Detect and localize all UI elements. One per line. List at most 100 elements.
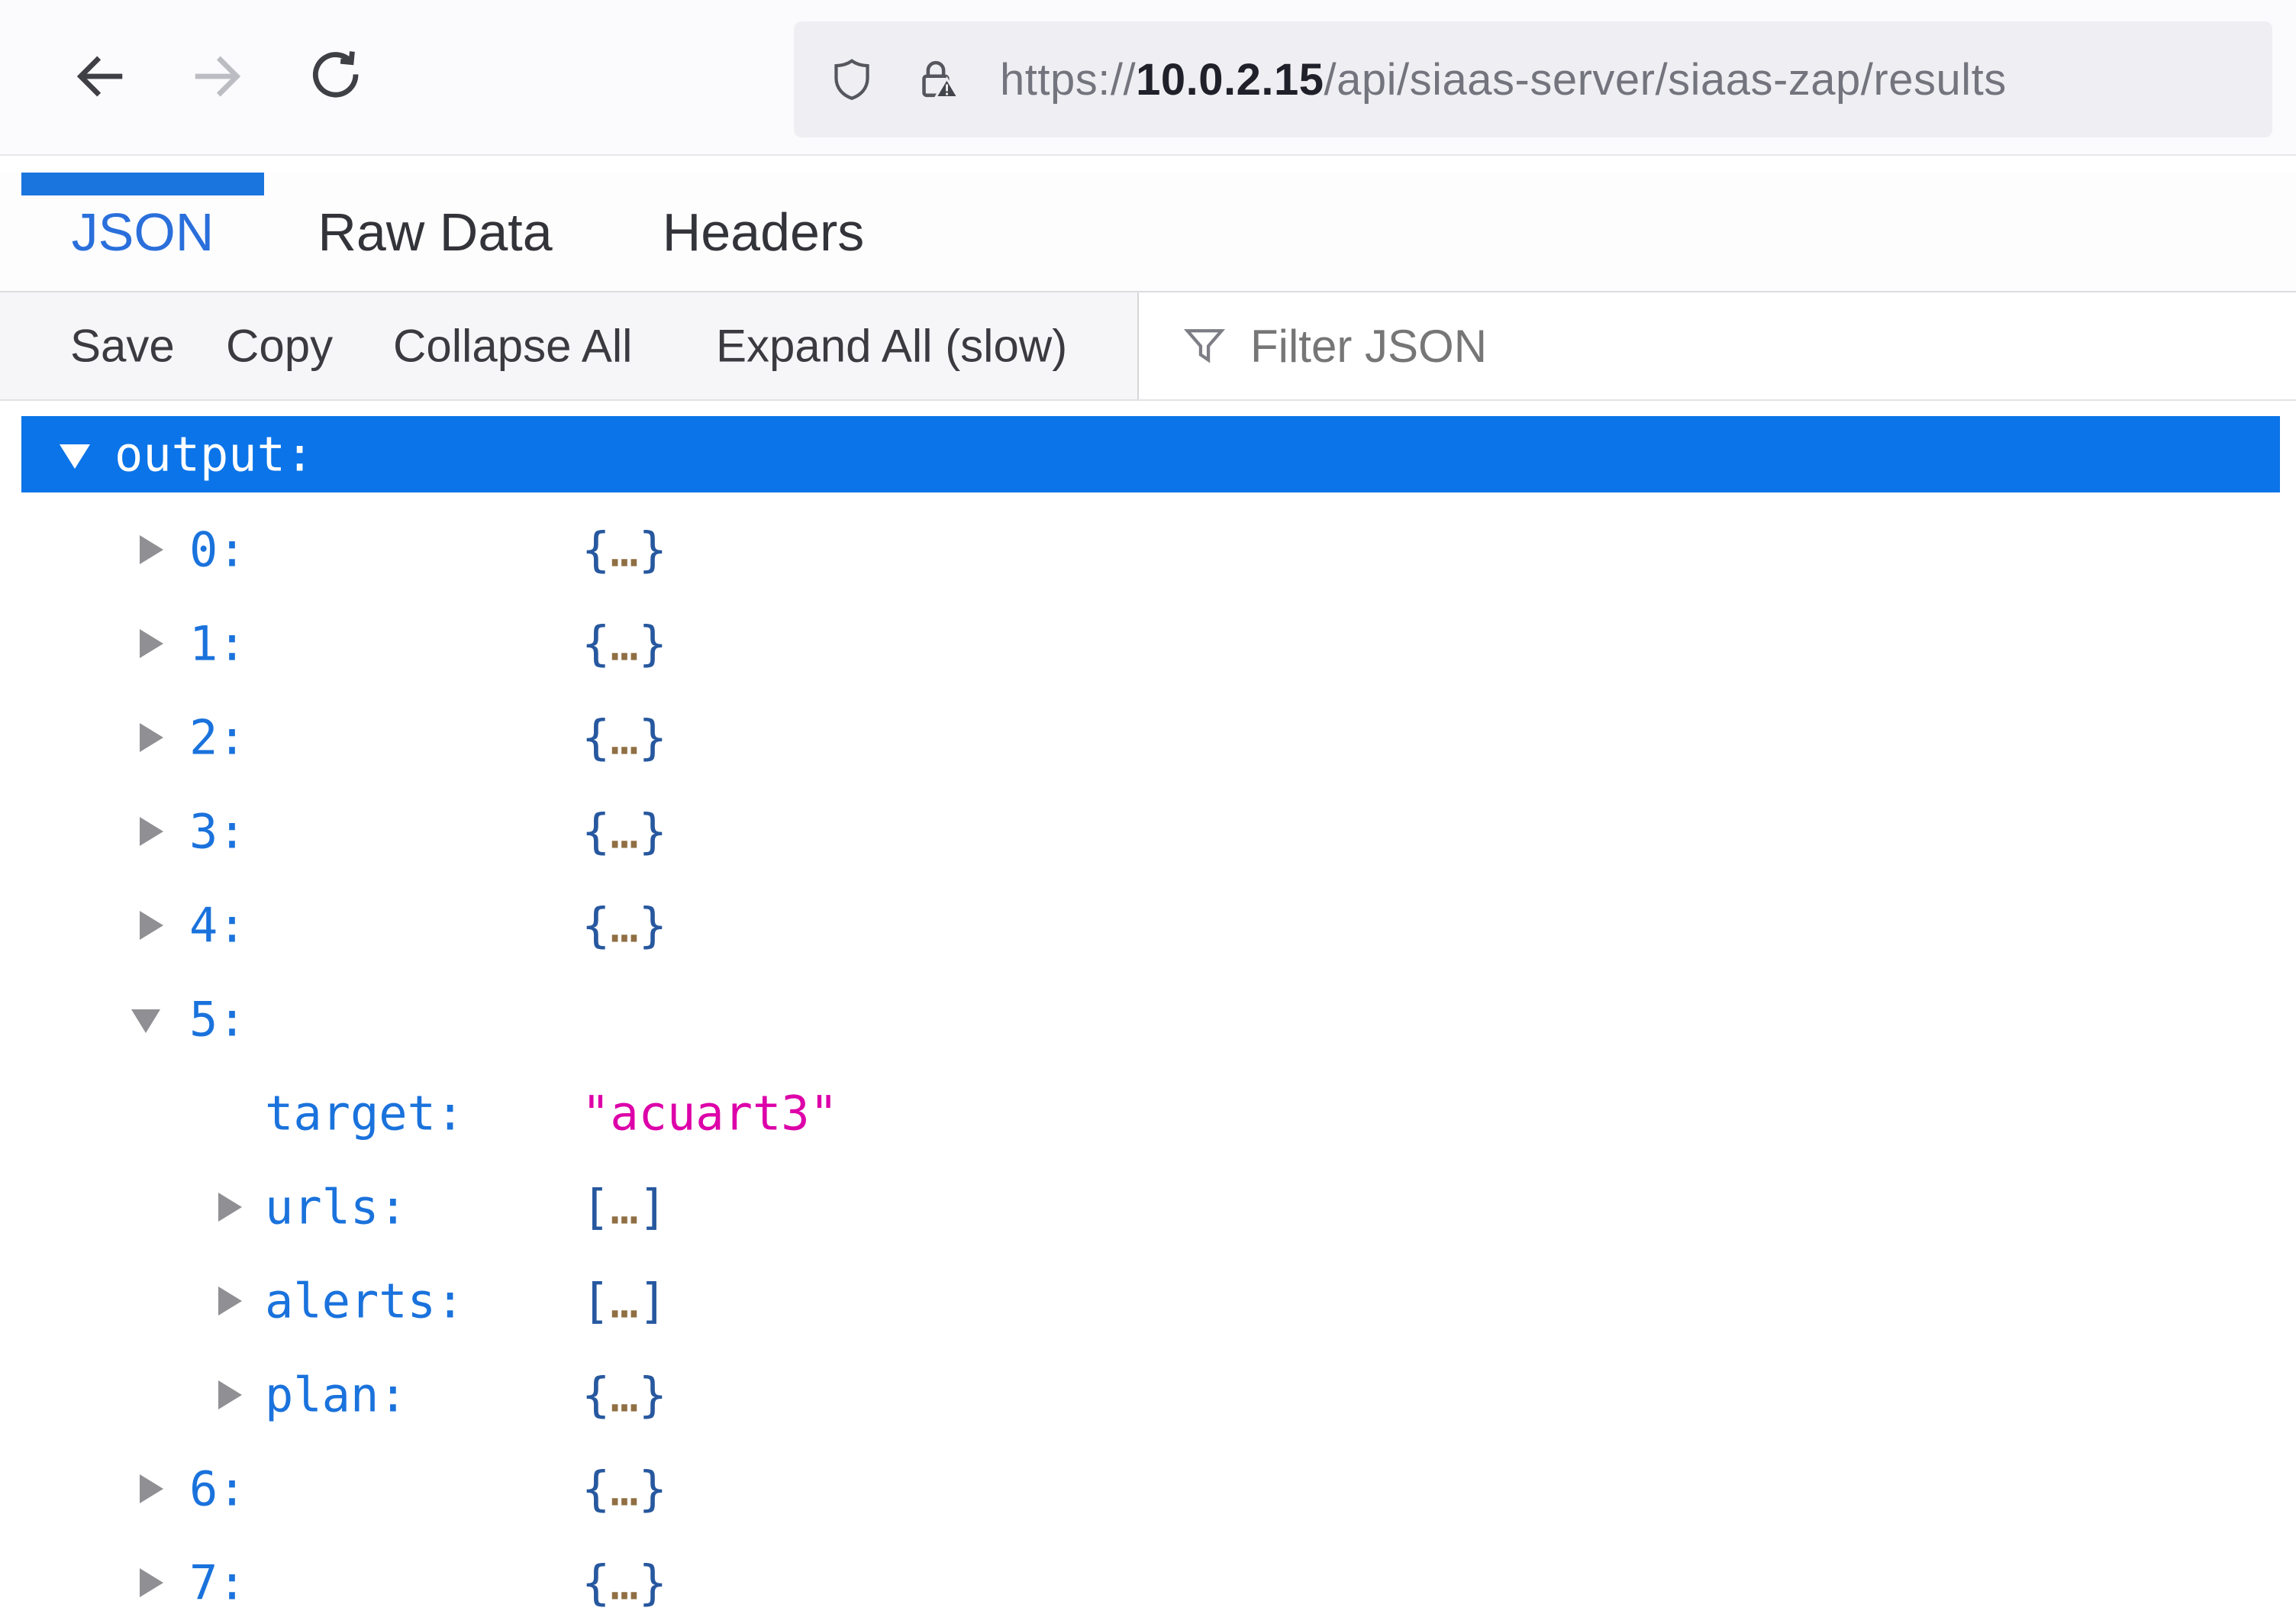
preview-ellipsis: … bbox=[610, 615, 639, 671]
preview-brace: { bbox=[582, 1461, 611, 1516]
collapsed-preview: {…} bbox=[582, 803, 667, 859]
json-key: output: bbox=[114, 426, 314, 483]
back-arrow-icon bbox=[70, 47, 130, 108]
collapsed-preview: {…} bbox=[582, 521, 667, 577]
preview-brace: ] bbox=[638, 1273, 667, 1329]
preview-brace: { bbox=[582, 803, 611, 859]
tree-row[interactable]: 4: {…} bbox=[0, 878, 2296, 972]
forward-button[interactable] bbox=[188, 47, 247, 107]
url-path: /api/siaas-server/siaas-zap/results bbox=[1324, 54, 2007, 105]
expand-all-button[interactable]: Expand All (slow) bbox=[716, 320, 1067, 373]
preview-brace: } bbox=[638, 709, 667, 765]
preview-ellipsis: … bbox=[610, 1555, 639, 1610]
tree-row[interactable]: 7: {…} bbox=[0, 1535, 2296, 1611]
expand-arrow-icon[interactable] bbox=[140, 816, 163, 846]
preview-brace: [ bbox=[582, 1273, 611, 1329]
json-key: plan: bbox=[265, 1367, 408, 1422]
json-key: target: bbox=[265, 1085, 465, 1141]
expand-arrow-icon[interactable] bbox=[140, 722, 163, 752]
json-toolbar: Save Copy Collapse All Expand All (slow) bbox=[0, 292, 2296, 401]
url-scheme: https:// bbox=[1000, 54, 1137, 105]
back-button[interactable] bbox=[70, 47, 130, 107]
shield-icon[interactable] bbox=[827, 55, 876, 104]
json-key: 7: bbox=[189, 1555, 247, 1610]
json-key: urls: bbox=[265, 1179, 408, 1235]
firefox-json-viewer: https://10.0.2.15/api/siaas-server/siaas… bbox=[0, 0, 2296, 1611]
insecure-lock-icon[interactable] bbox=[911, 55, 960, 104]
preview-brace: { bbox=[582, 1555, 611, 1610]
expand-arrow-icon[interactable] bbox=[140, 534, 163, 564]
preview-brace: } bbox=[638, 615, 667, 671]
expand-arrow-icon[interactable] bbox=[218, 1192, 242, 1222]
preview-ellipsis: … bbox=[610, 803, 639, 859]
preview-ellipsis: … bbox=[610, 709, 639, 765]
json-key: 4: bbox=[189, 897, 247, 953]
preview-brace: { bbox=[582, 521, 611, 577]
collapse-all-button[interactable]: Collapse All bbox=[393, 320, 633, 373]
save-button[interactable]: Save bbox=[70, 320, 175, 373]
reload-button[interactable] bbox=[305, 47, 365, 107]
expand-arrow-icon[interactable] bbox=[218, 1380, 242, 1409]
json-string-value: "acuart3" bbox=[582, 1085, 838, 1141]
collapsed-preview: […] bbox=[582, 1179, 667, 1235]
viewer-tab-strip: JSON Raw Data Headers bbox=[0, 173, 2296, 292]
preview-brace: } bbox=[638, 803, 667, 859]
preview-ellipsis: … bbox=[610, 1367, 639, 1422]
preview-brace: } bbox=[638, 1367, 667, 1422]
preview-brace: [ bbox=[582, 1179, 611, 1235]
preview-ellipsis: … bbox=[610, 1461, 639, 1516]
expand-arrow-icon[interactable] bbox=[140, 1474, 163, 1503]
preview-brace: } bbox=[638, 897, 667, 953]
preview-brace: } bbox=[638, 1461, 667, 1516]
collapsed-preview: {…} bbox=[582, 1555, 667, 1610]
tree-row[interactable]: target: "acuart3" bbox=[0, 1066, 2296, 1160]
json-key: 6: bbox=[189, 1461, 247, 1516]
tree-row[interactable]: 0: {…} bbox=[0, 502, 2296, 596]
forward-arrow-icon bbox=[188, 47, 247, 108]
tree-row[interactable]: 5: bbox=[0, 972, 2296, 1066]
expand-arrow-icon[interactable] bbox=[140, 910, 163, 940]
collapsed-preview: {…} bbox=[582, 897, 667, 953]
tab-json[interactable]: JSON bbox=[21, 173, 264, 291]
tab-raw-data-label: Raw Data bbox=[318, 202, 553, 262]
tree-row[interactable]: 6: {…} bbox=[0, 1442, 2296, 1535]
url-text[interactable]: https://10.0.2.15/api/siaas-server/siaas… bbox=[1000, 54, 2007, 105]
active-tab-indicator bbox=[21, 173, 264, 195]
expand-arrow-icon[interactable] bbox=[218, 1286, 242, 1316]
preview-brace: { bbox=[582, 1367, 611, 1422]
url-bar[interactable]: https://10.0.2.15/api/siaas-server/siaas… bbox=[794, 21, 2272, 137]
preview-brace: { bbox=[582, 615, 611, 671]
json-tree-panel: output: 0: {…} 1: {…} 2: {…} 3: {…} 4: {…} 5: targe… bbox=[0, 401, 2296, 1611]
expand-arrow-icon[interactable] bbox=[140, 1567, 163, 1597]
tree-row[interactable]: 1: {…} bbox=[0, 596, 2296, 690]
json-key: 2: bbox=[189, 709, 247, 765]
expand-arrow-icon[interactable] bbox=[140, 628, 163, 658]
tree-row-output-selected[interactable]: output: bbox=[21, 416, 2280, 492]
preview-ellipsis: … bbox=[610, 1179, 639, 1235]
collapse-arrow-icon[interactable] bbox=[131, 1009, 160, 1033]
tab-raw-data[interactable]: Raw Data bbox=[275, 173, 595, 291]
collapse-arrow-icon[interactable] bbox=[60, 444, 90, 469]
tree-row[interactable]: 3: {…} bbox=[0, 784, 2296, 878]
json-key: 5: bbox=[189, 991, 247, 1047]
tab-headers-label: Headers bbox=[662, 202, 865, 262]
tab-json-label: JSON bbox=[71, 202, 214, 262]
preview-ellipsis: … bbox=[610, 1273, 639, 1329]
collapsed-preview: {…} bbox=[582, 1461, 667, 1516]
preview-ellipsis: … bbox=[610, 897, 639, 953]
tree-row[interactable]: alerts: […] bbox=[0, 1254, 2296, 1348]
tree-row[interactable]: 2: {…} bbox=[0, 690, 2296, 784]
json-key: 3: bbox=[189, 803, 247, 859]
tab-headers[interactable]: Headers bbox=[611, 173, 916, 291]
copy-button[interactable]: Copy bbox=[226, 320, 333, 373]
preview-brace: } bbox=[638, 1555, 667, 1610]
json-key: 1: bbox=[189, 615, 247, 671]
tree-row[interactable]: urls: […] bbox=[0, 1160, 2296, 1254]
filter-json-input[interactable] bbox=[1250, 319, 2296, 373]
json-key: alerts: bbox=[265, 1273, 465, 1329]
tree-row[interactable]: plan: {…} bbox=[0, 1348, 2296, 1442]
preview-brace: ] bbox=[638, 1179, 667, 1235]
collapsed-preview: […] bbox=[582, 1273, 667, 1329]
json-tree-rows: 0: {…} 1: {…} 2: {…} 3: {…} 4: {…} 5: target: "acuar… bbox=[0, 502, 2296, 1611]
reload-icon bbox=[305, 47, 365, 108]
